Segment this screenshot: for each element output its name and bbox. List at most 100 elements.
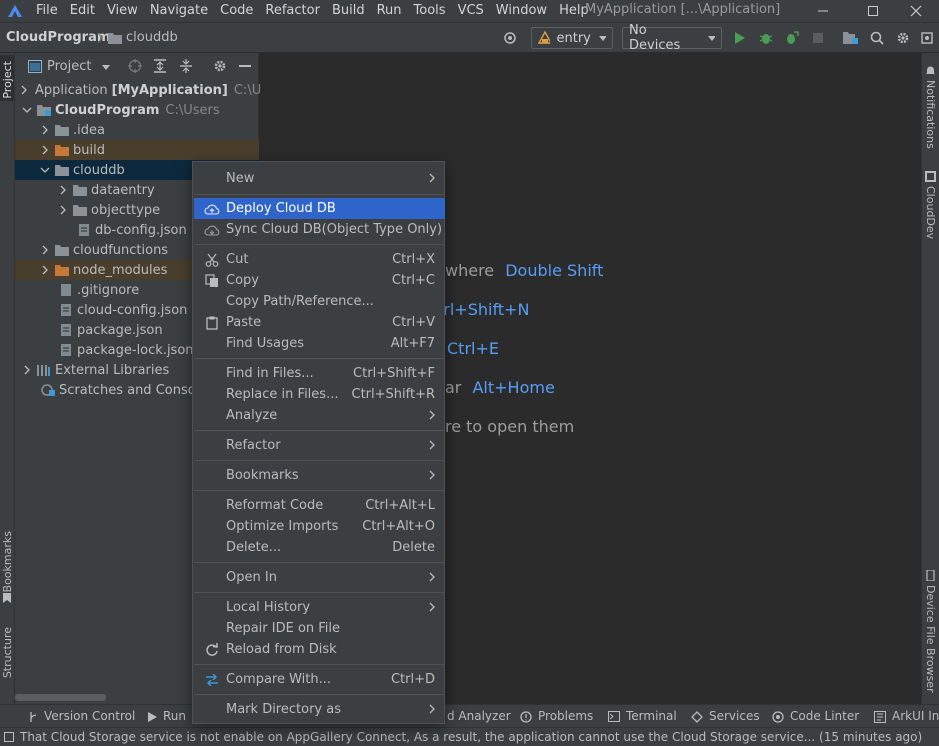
play-icon [735, 32, 745, 44]
horizontal-scrollbar[interactable] [15, 694, 106, 701]
menu-separator [194, 244, 445, 245]
menu-separator [194, 460, 445, 461]
menu-item-replace-in-files[interactable]: Replace in Files... Ctrl+Shift+R [194, 384, 445, 405]
menu-window[interactable]: Window [490, 0, 553, 22]
tree-path: C:\U [233, 82, 262, 98]
attach-debugger-button[interactable] [782, 28, 802, 48]
expand-all-icon[interactable] [154, 59, 166, 73]
branch-icon [30, 711, 37, 722]
menu-item-optimize-imports[interactable]: Optimize Imports Ctrl+Alt+O [194, 516, 445, 537]
menu-run[interactable]: Run [371, 0, 408, 22]
title-bar: File Edit View Navigate Code Refactor Bu… [0, 0, 939, 22]
target-icon[interactable] [500, 28, 520, 48]
debug-button[interactable] [756, 28, 776, 48]
menu-item-analyze[interactable]: Analyze [194, 405, 445, 426]
menu-edit[interactable]: Edit [64, 0, 101, 22]
menu-navigate[interactable]: Navigate [144, 0, 214, 22]
project-view-select[interactable]: Project [47, 53, 91, 80]
sdk-icon [921, 32, 933, 44]
run-button[interactable] [730, 28, 750, 48]
cloud-sync-icon [204, 222, 220, 238]
maximize-button[interactable] [850, 0, 896, 22]
run-tab[interactable]: Run [148, 705, 186, 728]
problems-tab[interactable]: Problems [520, 705, 593, 728]
menu-item-mark-directory-as[interactable]: Mark Directory as [194, 699, 445, 720]
version-control-tab[interactable]: Version Control [28, 705, 135, 728]
menu-item-reformat-code[interactable]: Reformat Code Ctrl+Alt+L [194, 495, 445, 516]
breadcrumb-child[interactable]: clouddb [126, 23, 178, 53]
menu-build[interactable]: Build [326, 0, 371, 22]
menu-tools[interactable]: Tools [408, 0, 452, 22]
search-icon [870, 31, 884, 45]
menu-item-repair-ide[interactable]: Repair IDE on File [194, 618, 445, 639]
copy-icon [204, 273, 220, 289]
menu-item-local-history[interactable]: Local History [194, 597, 445, 618]
menu-item-delete[interactable]: Delete... Delete [194, 537, 445, 558]
project-tool-tab[interactable]: Project [0, 55, 14, 101]
menu-item-sync-cloud-db[interactable]: Sync Cloud DB(Object Type Only) [194, 219, 445, 240]
clouddev-tool-tab[interactable]: CloudDev [924, 186, 937, 239]
menu-code[interactable]: Code [214, 0, 259, 22]
menu-item-cut[interactable]: Cut Ctrl+X [194, 249, 445, 270]
chevron-right-icon [429, 410, 435, 420]
notifications-tool-tab[interactable]: Notifications [924, 80, 937, 149]
close-window-button[interactable] [893, 0, 939, 22]
menu-file[interactable]: File [30, 0, 64, 22]
menu-item-compare-with[interactable]: Compare With... Ctrl+D [194, 669, 445, 690]
menu-item-find-usages[interactable]: Find Usages Alt+F7 [194, 333, 445, 354]
tree-item-build[interactable]: build [15, 140, 259, 160]
menu-item-copy-path[interactable]: Copy Path/Reference... [194, 291, 445, 312]
settings-button[interactable] [893, 28, 913, 48]
menu-item-copy[interactable]: Copy Ctrl+C [194, 270, 445, 291]
services-tab[interactable]: Services [691, 705, 760, 728]
hide-panel-icon[interactable] [239, 65, 251, 67]
chevron-down-icon[interactable] [102, 65, 110, 70]
collapse-all-icon[interactable] [180, 59, 192, 73]
terminal-tab[interactable]: Terminal [608, 705, 677, 728]
locate-file-icon[interactable] [128, 59, 142, 73]
menu-item-reload-from-disk[interactable]: Reload from Disk [194, 639, 445, 660]
menu-item-deploy-cloud-db[interactable]: Deploy Cloud DB [194, 198, 445, 219]
tree-item-cloudprogram[interactable]: CloudProgram C:\Users [15, 100, 259, 120]
menu-refactor[interactable]: Refactor [259, 0, 326, 22]
menu-vcs[interactable]: VCS [452, 0, 490, 22]
tree-label: .idea [73, 122, 105, 138]
menu-view[interactable]: View [101, 0, 144, 22]
tree-label: objecttype [91, 202, 161, 218]
linter-icon [772, 710, 784, 723]
minimize-icon [818, 10, 828, 12]
json-file-icon [61, 304, 71, 316]
menu-item-bookmarks[interactable]: Bookmarks [194, 465, 445, 486]
run-config-select[interactable]: entry [531, 27, 613, 49]
project-panel-header: Project [15, 53, 259, 80]
menu-item-open-in[interactable]: Open In [194, 567, 445, 588]
menu-item-refactor[interactable]: Refactor [194, 435, 445, 456]
search-button[interactable] [867, 28, 887, 48]
paste-icon [204, 315, 220, 331]
chevron-down-icon [707, 35, 715, 41]
event-log-icon[interactable] [4, 732, 14, 742]
menu-item-paste[interactable]: Paste Ctrl+V [194, 312, 445, 333]
structure-tool-tab[interactable]: Structure [1, 627, 14, 678]
play-icon [148, 711, 157, 722]
cloud-upload-icon [204, 201, 220, 217]
analyzer-tab[interactable]: d Analyzer [447, 705, 511, 728]
menu-item-new[interactable]: New [194, 168, 445, 189]
tree-item-idea[interactable]: .idea [15, 120, 259, 140]
text-file-icon [61, 284, 71, 296]
tree-item-application[interactable]: Application [MyApplication] C:\U [15, 80, 262, 100]
sdk-button[interactable] [917, 28, 937, 48]
breadcrumb-root[interactable]: CloudProgram [6, 23, 110, 53]
device-select[interactable]: No Devices [622, 23, 722, 53]
bookmarks-tool-tab[interactable]: Bookmarks [1, 531, 14, 592]
device-file-browser-tool-tab[interactable]: Device File Browser [924, 585, 937, 693]
status-bar-message[interactable]: That Cloud Storage service is not enable… [0, 727, 939, 746]
minimize-button[interactable] [800, 0, 846, 22]
stop-button[interactable] [808, 28, 828, 48]
gear-icon[interactable] [213, 59, 227, 73]
chevron-right-icon [57, 184, 69, 196]
code-linter-tab[interactable]: Code Linter [772, 705, 859, 728]
menu-item-find-in-files[interactable]: Find in Files... Ctrl+Shift+F [194, 363, 445, 384]
project-structure-button[interactable] [841, 28, 861, 48]
arkui-inspector-tab[interactable]: ArkUI Ins [874, 705, 939, 728]
